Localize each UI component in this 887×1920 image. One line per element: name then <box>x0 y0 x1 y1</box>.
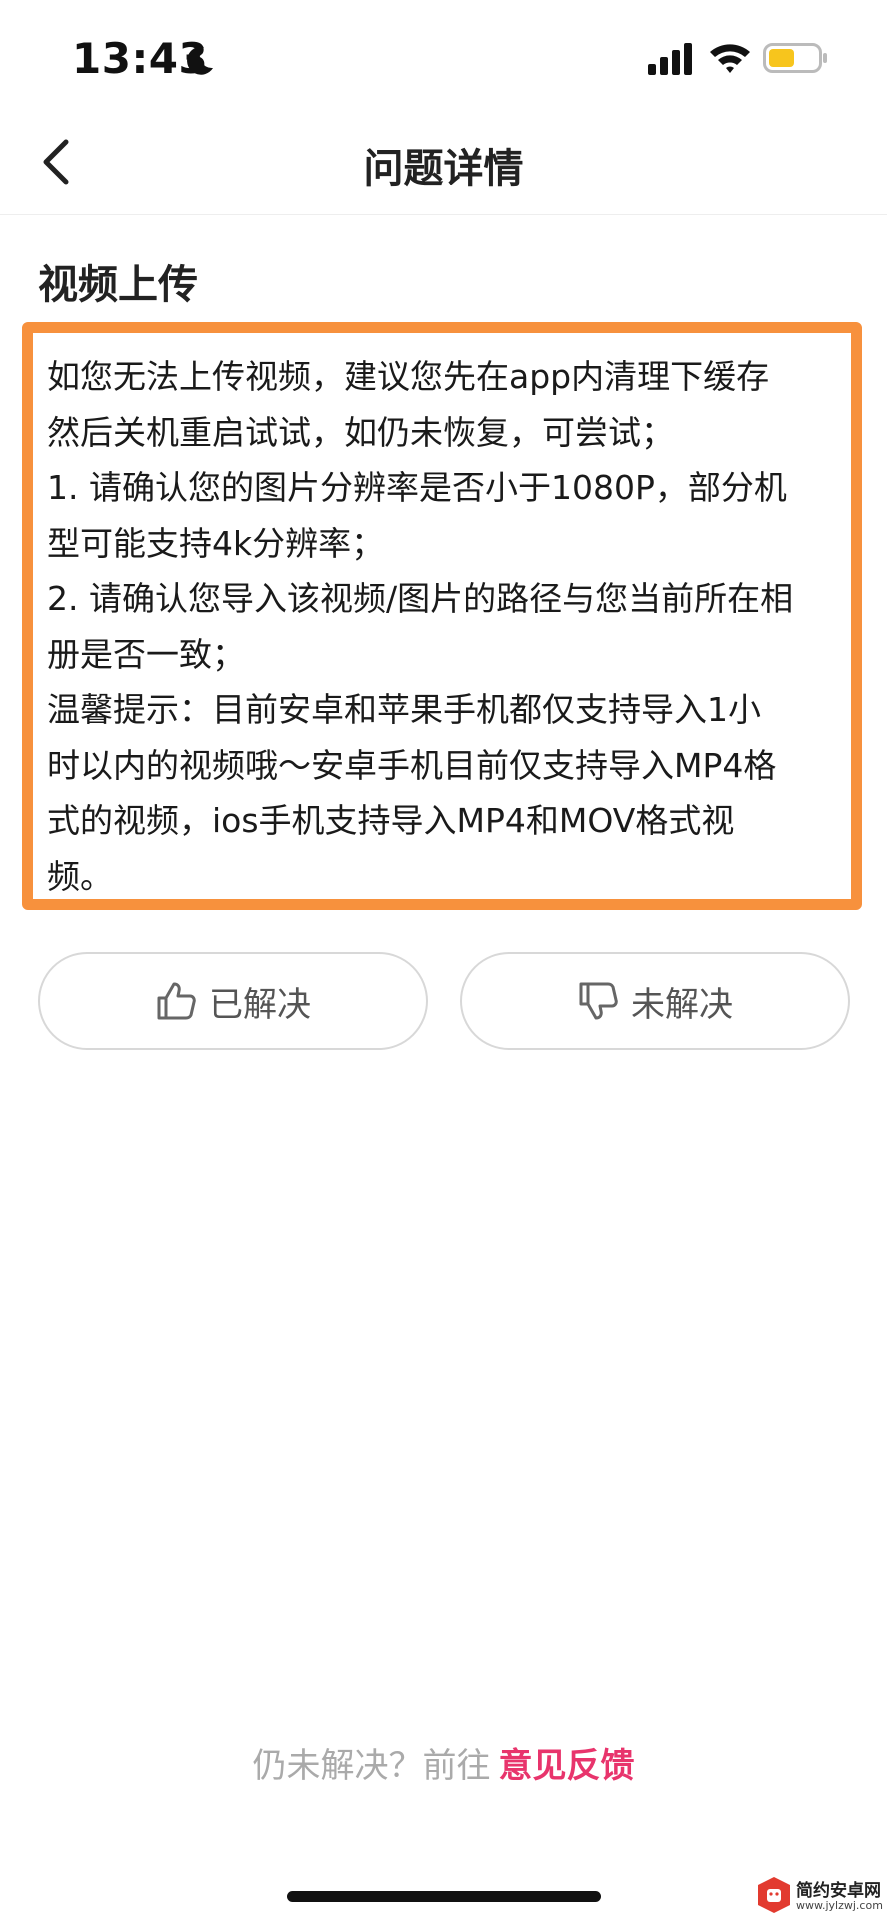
moon-icon <box>187 46 213 75</box>
status-bar: 13:43 <box>0 0 887 110</box>
resolved-button[interactable]: 已解决 <box>38 952 428 1050</box>
watermark-name: 简约安卓网 <box>796 1881 881 1901</box>
answer-line: 然后关机重启试试，如仍未恢复，可尝试； <box>47 412 674 452</box>
wifi-icon <box>710 44 750 73</box>
feedback-link[interactable]: 意见反馈 <box>499 1746 635 1786</box>
answer-box: 如您无法上传视频，建议您先在app内清理下缓存 然后关机重启试试，如仍未恢复，可… <box>22 322 862 910</box>
answer-line: 册是否一致； <box>47 634 245 674</box>
answer-line: 型可能支持4k分辨率； <box>47 523 385 563</box>
watermark-logo-icon <box>758 1877 790 1913</box>
thumbs-up-icon <box>157 982 196 1020</box>
footer-feedback: 仍未解决？前往 意见反馈 <box>0 1738 887 1787</box>
answer-line: 频。 <box>47 856 113 896</box>
section-title: 视频上传 <box>38 262 198 308</box>
signal-icon <box>648 43 692 75</box>
unresolved-button[interactable]: 未解决 <box>460 952 850 1050</box>
watermark-url: www.jylzwj.com <box>796 1899 883 1912</box>
unresolved-label: 未解决 <box>631 984 733 1025</box>
resolved-label: 已解决 <box>209 984 311 1025</box>
battery-icon <box>763 43 827 73</box>
home-indicator[interactable] <box>287 1891 601 1902</box>
nav-bar: 问题详情 <box>0 110 887 215</box>
answer-line: 时以内的视频哦～安卓手机目前仅支持导入MP4格 <box>47 745 777 785</box>
answer-line: 1. 请确认您的图片分辨率是否小于1080P，部分机 <box>47 468 787 507</box>
watermark: 简约安卓网 www.jylzwj.com <box>756 1874 884 1918</box>
answer-text: 如您无法上传视频，建议您先在app内清理下缓存 然后关机重启试试，如仍未恢复，可… <box>47 349 867 904</box>
page-title: 问题详情 <box>363 146 524 192</box>
thumbs-down-icon <box>579 982 618 1020</box>
footer-prefix: 仍未解决？前往 <box>252 1746 491 1786</box>
answer-line: 如您无法上传视频，建议您先在app内清理下缓存 <box>47 357 770 396</box>
answer-line: 式的视频，ios手机支持导入MP4和MOV格式视 <box>47 801 735 840</box>
answer-line: 2. 请确认您导入该视频/图片的路径与您当前所在相 <box>47 579 794 618</box>
answer-line: 温馨提示：目前安卓和苹果手机都仅支持导入1小 <box>47 690 761 729</box>
